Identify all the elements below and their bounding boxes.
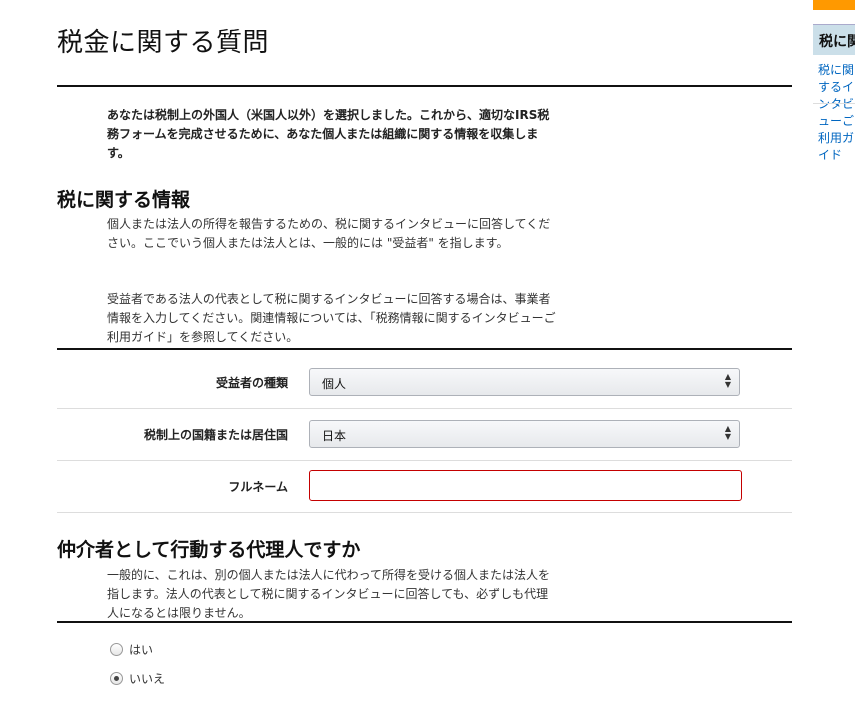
title-divider (57, 85, 792, 87)
radio-button-icon[interactable] (110, 643, 123, 656)
sidebar-accent-bar (813, 0, 855, 10)
country-value: 日本 (322, 429, 347, 443)
country-label: 税制上の国籍または居住国 (143, 428, 288, 442)
tax-info-paragraph-2: 受益者である法人の代表として税に関するインタビューに回答する場合は、事業者情報を… (107, 292, 556, 344)
radio-yes[interactable]: はい (110, 641, 153, 658)
agent-divider (57, 621, 792, 623)
sidebar-heading: 税に関 (819, 34, 855, 50)
agent-heading: 仲介者として行動する代理人ですか (57, 539, 361, 561)
fullname-input[interactable] (309, 470, 742, 501)
select-arrows-icon: ▲ ▼ (724, 424, 731, 441)
select-arrows-icon: ▲ ▼ (724, 372, 731, 389)
radio-no[interactable]: いいえ (110, 670, 165, 687)
beneficiary-type-label: 受益者の種類 (215, 376, 288, 390)
radio-no-label: いいえ (129, 672, 166, 686)
radio-yes-label: はい (129, 643, 154, 657)
page-title: 税金に関する質問 (57, 28, 270, 58)
sidebar-heading-box: 税に関 (813, 24, 855, 55)
intro-text: あなたは税制上の外国人（米国人以外）を選択しました。これから、適切なIRS税務フ… (107, 108, 550, 160)
sidebar-divider (813, 103, 855, 104)
agent-paragraph: 一般的に、これは、別の個人または法人に代わって所得を受ける個人または法人を指しま… (107, 568, 551, 620)
sidebar-guide-link[interactable]: 税に関するインタビューご利用ガイド (818, 62, 855, 164)
beneficiary-type-value: 個人 (322, 377, 347, 391)
radio-button-checked-icon[interactable] (110, 672, 123, 685)
tax-info-paragraph-1: 個人または法人の所得を報告するための、税に関するインタビューに回答してください。… (107, 217, 551, 250)
fullname-label: フルネーム (228, 480, 288, 494)
country-select[interactable]: 日本 ▲ ▼ (309, 420, 740, 448)
tax-info-heading: 税に関する情報 (57, 189, 191, 211)
beneficiary-type-select[interactable]: 個人 ▲ ▼ (309, 368, 740, 396)
